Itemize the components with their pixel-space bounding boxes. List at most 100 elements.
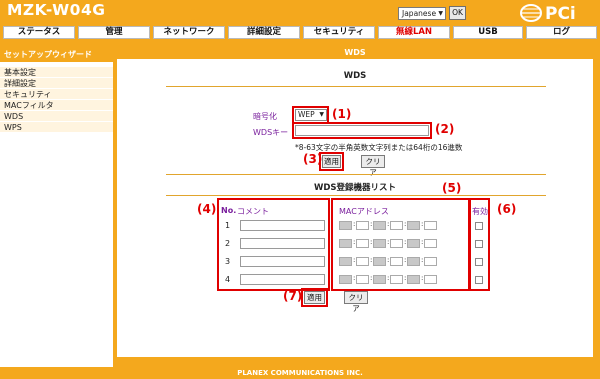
enable-checkbox[interactable] [475,222,483,230]
mac-octet-input[interactable] [390,239,403,248]
apply-button[interactable]: 適用 [322,155,341,168]
sidebar: セットアップウィザード 基本設定 詳細設定 セキュリティ MACフィルタ WDS… [0,47,113,367]
sidebar-item-advanced[interactable]: 詳細設定 [0,78,113,89]
mac-separator: : [421,220,424,228]
footer: PLANEX COMMUNICATIONS INC. [0,367,600,379]
mac-separator: : [370,238,373,246]
nav-network[interactable]: ネットワーク [153,26,225,39]
mac-octet-input[interactable] [407,257,420,266]
sidebar-item-mac-filter[interactable]: MACフィルタ [0,100,113,111]
mac-octet-input[interactable] [356,257,369,266]
mac-separator: : [353,238,356,246]
model-name: MZK-W04G [7,1,106,19]
divider [166,174,546,175]
row-number: 4 [225,275,231,284]
row-number: 1 [225,221,231,230]
mac-octet-input[interactable] [339,239,352,248]
mac-separator: : [353,220,356,228]
row-number: 2 [225,239,231,248]
nav-usb[interactable]: USB [453,26,523,39]
mac-octet-input[interactable] [424,275,437,284]
annotation-7: (7) [283,289,303,303]
annotation-4: (4) [197,202,217,216]
mac-octet-input[interactable] [373,221,386,230]
chevron-down-icon: ▼ [438,10,443,17]
mac-separator: : [404,238,407,246]
main-panel: WDS 暗号化 WEP ▼ (1) WDSキー (2) *8-63文字の半角英数… [117,59,593,357]
mac-octet-input[interactable] [407,221,420,230]
mac-separator: : [387,238,390,246]
header-bar: MZK-W04G Japanese ▼ OK PCi [0,0,600,25]
nav-security[interactable]: セキュリティ [303,26,375,39]
mac-octet-input[interactable] [424,257,437,266]
sidebar-item-setup-wizard[interactable]: セットアップウィザード [0,47,113,62]
mac-separator: : [421,256,424,264]
mac-octet-input[interactable] [424,239,437,248]
mac-separator: : [404,220,407,228]
mac-octet-input[interactable] [373,239,386,248]
column-mac: MACアドレス [339,207,389,216]
encryption-label: 暗号化 [253,112,277,121]
list-apply-button[interactable]: 適用 [304,291,325,304]
column-no: No. [221,206,237,215]
mac-octet-input[interactable] [373,275,386,284]
mac-separator: : [370,256,373,264]
mac-octet-input[interactable] [424,221,437,230]
nav-status[interactable]: ステータス [3,26,75,39]
annotation-box-2 [292,122,432,139]
list-clear-button[interactable]: クリア [344,291,368,313]
comment-input[interactable] [240,220,325,231]
nav-wireless[interactable]: 無線LAN [378,26,450,39]
mac-separator: : [404,256,407,264]
main-nav: ステータス 管理 ネットワーク 詳細設定 セキュリティ 無線LAN USB ログ [0,25,600,41]
column-enable: 有効 [472,207,488,216]
logo-text: PCi [545,4,576,23]
annotation-6: (6) [497,202,517,216]
mac-separator: : [387,256,390,264]
row-number: 3 [225,257,231,266]
mac-octet-input[interactable] [356,275,369,284]
enable-checkbox[interactable] [475,276,483,284]
comment-input[interactable] [240,256,325,267]
section-title-wds: WDS [343,71,367,81]
nav-advanced[interactable]: 詳細設定 [228,26,300,39]
mac-octet-input[interactable] [373,257,386,266]
mac-octet-input[interactable] [407,275,420,284]
sidebar-item-basic[interactable]: 基本設定 [0,67,113,78]
page-title-bar: WDS [117,47,593,59]
mac-octet-input[interactable] [390,275,403,284]
mac-octet-input[interactable] [339,275,352,284]
clear-button[interactable]: クリア [361,155,385,177]
language-select-value: Japanese [402,9,437,18]
mac-separator: : [387,220,390,228]
column-comment: コメント [237,207,269,216]
nav-log[interactable]: ログ [526,26,597,39]
annotation-1: (1) [332,107,352,121]
section-title-wds-list: WDS登録機器リスト [313,183,397,193]
mac-separator: : [404,274,407,282]
comment-input[interactable] [240,238,325,249]
mac-separator: : [370,220,373,228]
comment-input[interactable] [240,274,325,285]
enable-checkbox[interactable] [475,240,483,248]
sidebar-item-wps[interactable]: WPS [0,122,113,133]
mac-octet-input[interactable] [390,221,403,230]
sidebar-item-wds[interactable]: WDS [0,111,113,122]
mac-separator: : [421,274,424,282]
mac-octet-input[interactable] [339,257,352,266]
mac-octet-input[interactable] [407,239,420,248]
mac-separator: : [387,274,390,282]
divider [166,86,546,87]
mac-separator: : [353,256,356,264]
ok-button[interactable]: OK [449,6,466,20]
mac-octet-input[interactable] [356,221,369,230]
nav-admin[interactable]: 管理 [78,26,150,39]
enable-checkbox[interactable] [475,258,483,266]
mac-octet-input[interactable] [390,257,403,266]
mac-octet-input[interactable] [339,221,352,230]
mac-separator: : [370,274,373,282]
mac-octet-input[interactable] [356,239,369,248]
language-select[interactable]: Japanese ▼ [398,7,446,20]
sidebar-item-security[interactable]: セキュリティ [0,89,113,100]
wds-key-label: WDSキー [253,128,289,137]
